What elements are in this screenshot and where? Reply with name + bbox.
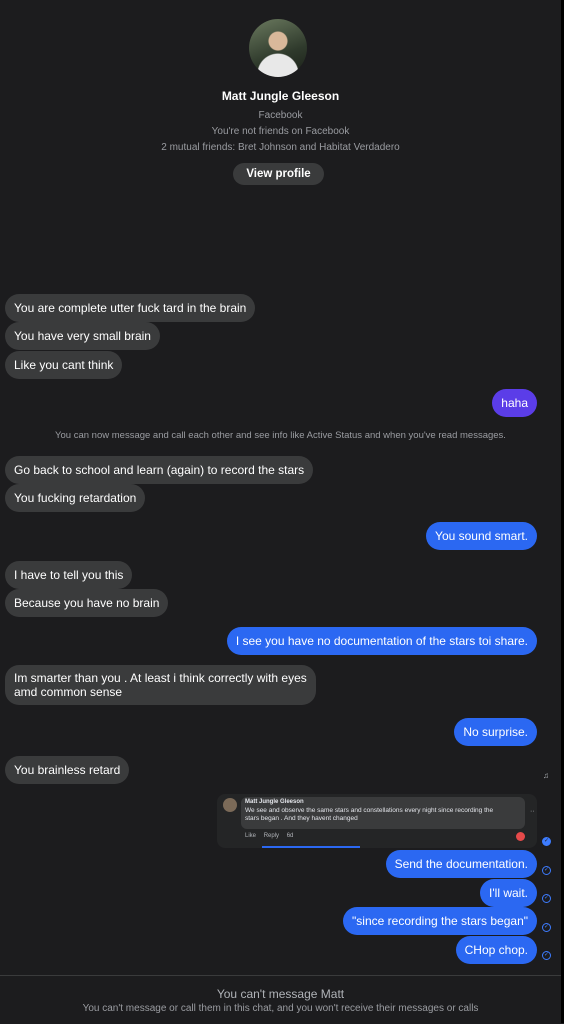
profile-avatar[interactable] — [249, 19, 307, 77]
message-outgoing[interactable]: CHop chop. — [455, 936, 537, 964]
message-incoming[interactable]: Im smarter than you . At least i think c… — [5, 665, 316, 705]
like-link: Like — [245, 833, 257, 839]
message-incoming[interactable]: Like you cant think — [5, 351, 123, 379]
message-outgoing[interactable]: I'll wait. — [480, 879, 537, 907]
more-icon: ·· — [530, 808, 535, 815]
sent-icon: ✓ — [542, 951, 551, 960]
message-line: Im smarter than you . At least i think c… — [14, 671, 307, 685]
progress-bar — [262, 846, 360, 848]
comment-actions: Like Reply 6d — [245, 833, 299, 839]
message-outgoing[interactable]: No surprise. — [454, 718, 537, 746]
sent-icon: ✓ — [542, 923, 551, 932]
system-notice: You can now message and call each other … — [55, 430, 506, 441]
message-incoming[interactable]: You have very small brain — [5, 322, 160, 350]
delivered-icon: ✓ — [542, 837, 551, 846]
message-outgoing[interactable]: Send the documentation. — [385, 850, 537, 878]
message-outgoing[interactable]: You sound smart. — [426, 522, 537, 550]
view-profile-button[interactable]: View profile — [233, 163, 324, 185]
reply-link: Reply — [263, 833, 280, 839]
platform-label: Facebook — [258, 110, 303, 121]
comment-text: We see and observe the same stars and co… — [245, 807, 494, 822]
sent-icon: ✓ — [542, 866, 551, 875]
shared-screenshot[interactable]: Matt Jungle Gleeson We see and observe t… — [217, 794, 537, 848]
message-outgoing[interactable]: "since recording the stars began" — [343, 907, 537, 935]
message-incoming[interactable]: Go back to school and learn (again) to r… — [5, 456, 314, 484]
blocked-title: You can't message Matt — [216, 987, 345, 1001]
comment-author: Matt Jungle Gleeson — [245, 799, 304, 805]
message-incoming[interactable]: You fucking retardation — [5, 484, 146, 512]
comment-avatar — [223, 798, 237, 812]
friend-status: You're not friends on Facebook — [211, 126, 350, 137]
message-incoming[interactable]: You are complete utter fuck tard in the … — [5, 294, 256, 322]
mutual-friends: 2 mutual friends: Bret Johnson and Habit… — [161, 142, 400, 153]
message-incoming[interactable]: I have to tell you this — [5, 561, 133, 589]
sent-icon: ✓ — [542, 894, 551, 903]
reaction-icon — [516, 832, 525, 841]
blocked-subtitle: You can't message or call them in this c… — [82, 1003, 479, 1014]
contact-name: Matt Jungle Gleeson — [221, 89, 340, 103]
comment-age: 6d — [286, 833, 294, 839]
message-incoming[interactable]: Because you have no brain — [5, 589, 169, 617]
message-line: amd common sense — [14, 685, 123, 699]
message-incoming[interactable]: You brainless retard — [5, 756, 130, 784]
blocked-footer: You can't message Matt You can't message… — [0, 975, 561, 1024]
reaction-icon: ♫ — [543, 771, 549, 780]
message-outgoing[interactable]: I see you have no documentation of the s… — [226, 627, 537, 655]
message-outgoing[interactable]: haha — [492, 389, 537, 417]
